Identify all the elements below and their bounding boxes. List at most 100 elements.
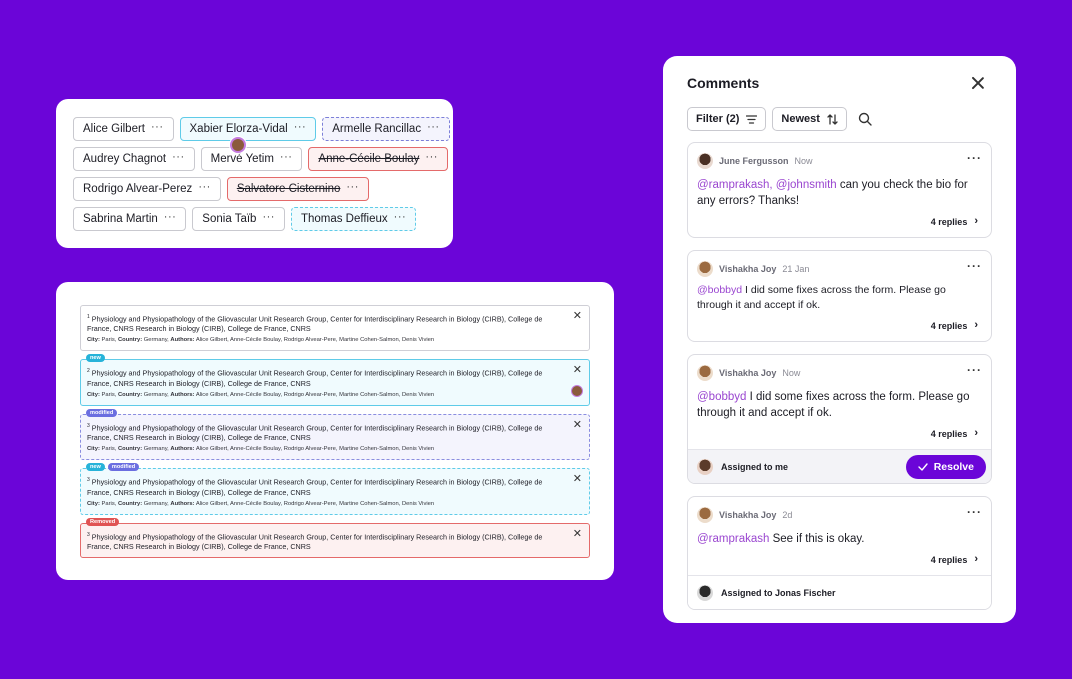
mention-link[interactable]: @bobbyd xyxy=(697,391,746,403)
more-icon[interactable]: ··· xyxy=(151,121,164,133)
resolve-button[interactable]: Resolve xyxy=(905,454,986,479)
comments-title: Comments xyxy=(687,75,760,91)
author-row: Alice Gilbert ··· Xabier Elorza-Vidal ··· Ar… xyxy=(73,117,450,141)
mention-link[interactable]: @ramprakash, xyxy=(697,179,773,191)
comment-author: Vishakha Joy xyxy=(719,510,777,520)
comments-panel: Comments Filter (2) Newest June Fergusso… xyxy=(663,56,1016,623)
check-icon xyxy=(918,462,928,471)
affiliation-item[interactable]: 1 Physiology and Physiopathology of the … xyxy=(80,305,590,352)
more-icon[interactable]: ··· xyxy=(967,260,982,272)
replies-link[interactable]: 4 replies › xyxy=(697,428,982,439)
replies-count: 4 replies xyxy=(930,216,968,227)
comment-body: Vishakha Joy 21 Jan ··· @bobbyd I did some … xyxy=(688,251,991,341)
affiliation-text: 1 Physiology and Physiopathology of the … xyxy=(87,312,561,334)
filter-button[interactable]: Filter (2) xyxy=(687,107,767,131)
comments-toolbar: Filter (2) Newest xyxy=(687,107,992,131)
affiliation-text: 3 Physiology and Physiopathology of the … xyxy=(87,421,561,443)
close-icon[interactable]: ✕ xyxy=(573,474,582,485)
affiliation-number: 2 xyxy=(87,368,90,375)
author-chip[interactable]: Rodrigo Alvear-Perez ··· xyxy=(73,177,221,201)
affiliation-item[interactable]: modified 3 Physiology and Physiopathology… xyxy=(80,408,590,461)
more-icon[interactable]: ··· xyxy=(394,211,407,223)
city-label: City: xyxy=(87,500,100,507)
comment-time: Now xyxy=(794,156,813,166)
more-icon[interactable]: ··· xyxy=(425,151,438,163)
authors-label: Authors: xyxy=(170,446,195,453)
mention-link[interactable]: @ramprakash xyxy=(697,533,769,545)
chevron-right-icon: › xyxy=(974,319,978,331)
author-row: Rodrigo Alvear-Perez ··· Salvatore Cistern… xyxy=(73,177,436,201)
author-name: Mervé Yetim xyxy=(210,153,274,165)
affiliation-meta: City: Paris, Country: Germany, Authors: … xyxy=(87,500,435,507)
affiliation-number: 3 xyxy=(87,422,90,429)
assignee-avatar xyxy=(697,458,713,475)
comment-header: Vishakha Joy 2d ··· xyxy=(697,506,982,523)
more-icon[interactable]: ··· xyxy=(172,151,185,163)
comment-message: See if this is okay. xyxy=(769,533,865,545)
author-chip[interactable]: Audrey Chagnot ··· xyxy=(73,147,195,171)
replies-link[interactable]: 4 replies › xyxy=(697,554,982,565)
affiliation-item[interactable]: Removed 3 Physiology and Physiopathology … xyxy=(80,517,590,558)
more-icon[interactable]: ··· xyxy=(967,152,982,164)
more-icon[interactable]: ··· xyxy=(262,211,275,223)
collaborator-avatar xyxy=(229,137,246,153)
author-chip[interactable]: Sonia Taïb ··· xyxy=(192,207,285,231)
city-value: Paris xyxy=(101,446,115,453)
search-icon[interactable] xyxy=(858,112,872,126)
comment-header: Vishakha Joy Now ··· xyxy=(697,364,982,381)
affiliation-item[interactable]: new 2 Physiology and Physiopathology of t… xyxy=(80,354,590,406)
comment-time: Now xyxy=(782,368,801,378)
author-name: Alice Gilbert xyxy=(83,123,145,135)
author-name: Armelle Rancillac xyxy=(332,123,422,135)
affiliation-tags: Removed xyxy=(86,517,120,526)
authors-value: Alice Gilbert, Anne-Cécile Boulay, Rodri… xyxy=(195,391,435,398)
country-value: Germany xyxy=(143,391,168,398)
close-icon[interactable]: ✕ xyxy=(573,419,582,431)
close-icon[interactable]: ✕ xyxy=(573,365,582,376)
close-icon[interactable] xyxy=(971,76,985,90)
more-icon[interactable]: ··· xyxy=(164,211,177,223)
affiliation-number: 3 xyxy=(87,477,90,484)
comments-header: Comments xyxy=(687,56,992,98)
city-value: Paris xyxy=(101,391,115,398)
author-chip[interactable]: Salvatore Cisternino ··· xyxy=(226,177,369,201)
comment-body: June Fergusson Now ··· @ramprakash, @johnsm… xyxy=(688,143,991,237)
author-chip[interactable]: Mervé Yetim ··· xyxy=(200,137,303,171)
more-icon[interactable]: ··· xyxy=(967,364,982,376)
close-icon[interactable]: ✕ xyxy=(573,528,582,540)
replies-link[interactable]: 4 replies › xyxy=(697,216,982,227)
author-chip[interactable]: Anne-Cécile Boulay ··· xyxy=(308,147,448,171)
authors-value: Alice Gilbert, Anne-Cécile Boulay, Rodri… xyxy=(195,500,435,507)
country-label: Country: xyxy=(117,337,143,344)
more-icon[interactable]: ··· xyxy=(280,151,293,163)
authors-card: Alice Gilbert ··· Xabier Elorza-Vidal ··· Ar… xyxy=(56,99,453,248)
comment-author: Vishakha Joy xyxy=(719,368,777,378)
city-value: Paris xyxy=(101,337,115,344)
author-chip[interactable]: Armelle Rancillac ··· xyxy=(322,117,450,141)
affiliation-item[interactable]: new modified 3 Physiology and Physiopathol… xyxy=(80,463,590,515)
author-row: Audrey Chagnot ··· Mervé Yetim ··· Anne-Céci… xyxy=(73,137,448,171)
more-icon[interactable]: ··· xyxy=(346,181,359,193)
author-chip[interactable]: Sabrina Martin ··· xyxy=(73,207,187,231)
mention-link[interactable]: @bobbyd xyxy=(697,284,742,296)
comment-text: @ramprakash See if this is okay. xyxy=(697,531,982,547)
affiliation-name: Physiology and Physiopathology of the Gl… xyxy=(87,423,543,443)
author-chip[interactable]: Alice Gilbert ··· xyxy=(73,117,174,141)
status-badge: modified xyxy=(107,463,140,472)
close-icon[interactable]: ✕ xyxy=(573,311,582,322)
sort-button[interactable]: Newest xyxy=(772,107,847,131)
chevron-right-icon: › xyxy=(974,553,978,565)
more-icon[interactable]: ··· xyxy=(198,181,211,193)
more-icon[interactable]: ··· xyxy=(427,121,440,133)
more-icon[interactable]: ··· xyxy=(967,506,982,518)
comment-text: @bobbyd I did some fixes across the form… xyxy=(697,283,982,313)
replies-link[interactable]: 4 replies › xyxy=(697,320,982,331)
mention-link[interactable]: @johnsmith xyxy=(776,179,837,191)
author-chip[interactable]: Thomas Deffieux ··· xyxy=(290,207,417,231)
authors-value: Alice Gilbert, Anne-Cécile Boulay, Rodri… xyxy=(195,446,435,453)
author-chip[interactable]: Xabier Elorza-Vidal ··· xyxy=(179,117,317,141)
country-label: Country: xyxy=(117,391,143,398)
affiliation-tags: new modified xyxy=(86,463,140,472)
author-name: Salvatore Cisternino xyxy=(236,183,341,195)
more-icon[interactable]: ··· xyxy=(294,121,307,133)
